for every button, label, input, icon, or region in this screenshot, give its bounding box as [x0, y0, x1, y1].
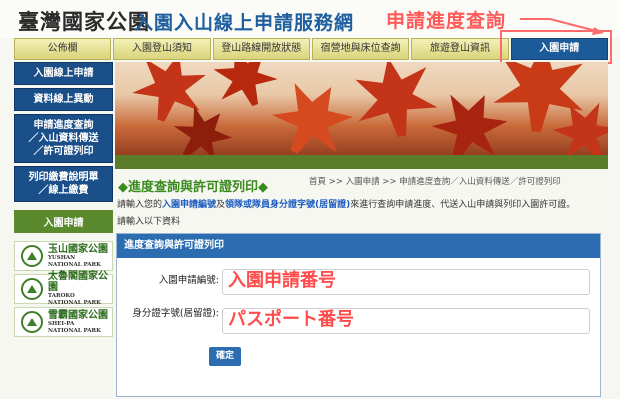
- confirm-button[interactable]: 確定: [209, 347, 241, 366]
- site-title: 入園入山線上申請服務網: [134, 12, 355, 34]
- query-form-panel: 進度查詢與許可證列印 入園申請編號: 入園申請番号 身分證字號(居留證): パス…: [116, 233, 601, 397]
- sidebar: 入園線上申請 資料線上異動 申請進度查詢 ／入山資料傳送 ／許可證列印 列印繳費…: [14, 62, 113, 340]
- application-number-input[interactable]: 入園申請番号: [222, 269, 590, 295]
- park-name-en: NATIONAL PARK: [48, 300, 101, 306]
- nav-travel-info[interactable]: 旅遊登山資訊: [411, 38, 509, 60]
- id-number-input[interactable]: パスポート番号: [222, 308, 590, 334]
- park-emblem-icon: [21, 278, 43, 300]
- park-name-en: YUSHAN: [48, 254, 76, 261]
- sidebar-section-title: 入園申請: [14, 210, 113, 233]
- park-name: 玉山國家公園: [48, 243, 108, 255]
- park-name: 雪霸國家公園: [48, 309, 108, 321]
- park-name-en: SHEI-PA: [48, 320, 75, 327]
- panel-title: 進度查詢與許可證列印: [117, 234, 600, 258]
- park-emblem-icon: [21, 245, 43, 267]
- nav-trail-status[interactable]: 登山路線開放狀態: [212, 38, 310, 60]
- park-name: 太魯閣國家公園: [48, 271, 108, 293]
- site-logo[interactable]: 臺灣國家公園: [18, 6, 150, 36]
- maple-leaf-banner: [115, 62, 608, 169]
- park-name-en: NATIONAL PARK: [48, 327, 101, 334]
- park-name-en: NATIONAL PARK: [48, 261, 101, 268]
- application-number-label: 入園申請編號:: [158, 275, 219, 286]
- intro-text: 請輸入您的入園申請編號及領隊或隊員身分證字號(居留證)來進行查詢申請進度、代送入…: [117, 200, 576, 210]
- park-name-en: TAROKO: [48, 293, 75, 299]
- breadcrumb: 首頁 >> 入園申請 >> 申請進度查詢／入山資料傳送／許可證列印: [309, 177, 561, 187]
- intro-instruction: 請輸入以下資料: [117, 217, 181, 227]
- park-link-taroko[interactable]: 太魯閣國家公園 TAROKO NATIONAL PARK: [14, 271, 113, 306]
- nav-bulletin[interactable]: 公佈欄: [14, 38, 112, 60]
- sidebar-item-online-apply[interactable]: 入園線上申請: [14, 62, 113, 85]
- park-link-yushan[interactable]: 玉山國家公園 YUSHAN NATIONAL PARK: [14, 241, 113, 271]
- sidebar-item-payment[interactable]: 列印繳費說明單 ／線上繳費: [14, 166, 113, 202]
- nav-campsite-query[interactable]: 宿營地與床位查詢: [311, 38, 410, 60]
- sidebar-item-modify-data[interactable]: 資料線上異動: [14, 88, 113, 111]
- park-emblem-icon: [21, 311, 43, 333]
- sidebar-item-progress-query[interactable]: 申請進度查詢 ／入山資料傳送 ／許可證列印: [14, 114, 113, 163]
- park-link-sheipa[interactable]: 雪霸國家公園 SHEI-PA NATIONAL PARK: [14, 307, 113, 337]
- nav-entry-guide[interactable]: 入園登山須知: [113, 38, 211, 60]
- page-title: ◆進度查詢與許可證列印◆: [118, 180, 268, 195]
- annotation-highlight-box: [500, 30, 612, 64]
- annotation-label: 申請進度查詢: [386, 10, 507, 32]
- id-number-label: 身分證字號(居留證):: [132, 308, 219, 319]
